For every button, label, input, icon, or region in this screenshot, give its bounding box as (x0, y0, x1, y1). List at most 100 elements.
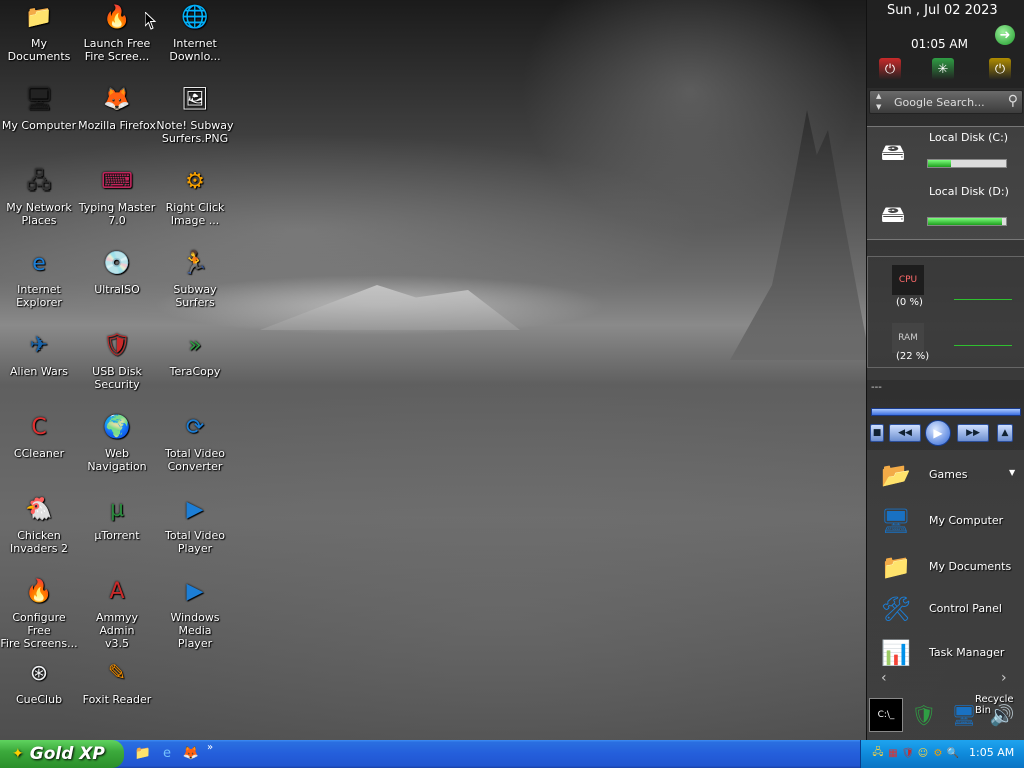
launcher-item[interactable]: 📂 Games (877, 456, 1023, 496)
google-search-input[interactable] (894, 94, 1004, 111)
desktop-app-icon: ⊛ (29, 661, 49, 686)
next-button[interactable]: ▶▶ (957, 424, 989, 442)
desktop-icon[interactable]: µ µTorrent (78, 494, 156, 542)
logoff-button[interactable]: ⏻ (989, 58, 1011, 80)
tray-clock[interactable]: 1:05 AM (969, 746, 1014, 759)
internet-explorer-icon[interactable]: e (158, 744, 176, 762)
desktop-icon[interactable]: 🖼 Note! Subway Surfers.PNG (156, 84, 234, 145)
desktop-icon[interactable]: 🖥 My Computer (0, 84, 78, 132)
cpu-gauge-icon: CPU (892, 265, 924, 295)
play-button[interactable]: ▶ (925, 420, 951, 446)
quick-launch-more-icon[interactable]: » (207, 742, 213, 753)
desktop-app-icon: ▶ (186, 497, 204, 522)
desktop-icon-label: Right Click Image ... (165, 201, 225, 227)
launcher-item-icon: 📁 (881, 553, 911, 581)
desktop-app-icon: e (32, 251, 46, 276)
desktop-app-icon: 🦊 (103, 87, 131, 112)
desktop-icon-label: Total Video Converter (164, 447, 225, 473)
desktop-icon[interactable]: 🦊 Mozilla Firefox (78, 84, 156, 132)
previous-button[interactable]: ◀◀ (889, 424, 921, 442)
antivirus-tray-icon[interactable]: 🛡 (901, 746, 915, 760)
stop-button[interactable]: ■ (870, 424, 884, 442)
go-arrow-icon[interactable]: ➜ (995, 25, 1015, 45)
desktop-icon[interactable]: 📁 My Documents (0, 2, 78, 63)
restart-button[interactable]: ✳ (932, 58, 954, 80)
app-tray-icon[interactable]: ▦ (886, 746, 900, 760)
desktop-icon-label: µTorrent (94, 529, 140, 542)
desktop-app-icon: 🐔 (25, 497, 53, 522)
launcher-item-icon: 📊 (881, 639, 911, 667)
windows-drive-icon: 🖴 (880, 138, 906, 166)
desktop-icon[interactable]: ✎ Foxit Reader (78, 658, 156, 706)
desktop-icon-label: My Computer (1, 119, 77, 132)
desktop-icon[interactable]: ⚙ Right Click Image ... (156, 166, 234, 227)
command-prompt-icon[interactable]: C:\_ (869, 698, 903, 732)
start-button[interactable]: ✦ Gold XP (0, 740, 124, 768)
magnifier-icon[interactable]: ⚲ (1008, 93, 1018, 109)
search-tray-icon[interactable]: 🔍 (946, 746, 960, 760)
disk-c-usage-fill (928, 160, 952, 167)
disk-c-usage-bar (927, 159, 1007, 168)
launcher-item-label: Games (929, 468, 968, 481)
security-center-icon[interactable]: 🛡 (907, 698, 941, 732)
desktop-icon[interactable]: 🌐 Internet Downlo... (156, 2, 234, 63)
desktop-app-icon: ▶ (186, 579, 204, 604)
desktop-icon[interactable]: 🌍 Web Navigation (78, 412, 156, 473)
network-tray-icon[interactable]: 🖧 (871, 746, 885, 760)
search-scroll-arrows-icon[interactable]: ▲ ▼ (876, 91, 881, 113)
speaker-icon[interactable]: 🔊 (985, 698, 1019, 732)
desktop-icon[interactable]: ⌨ Typing Master 7.0 (78, 166, 156, 227)
launcher-item-icon: 🛠 (880, 595, 912, 623)
eject-button[interactable]: ▲ (997, 424, 1013, 442)
messenger-tray-icon[interactable]: ☺ (916, 746, 930, 760)
launcher-item[interactable]: 🖥 My Computer (877, 502, 1023, 542)
launcher-item-label: Control Panel (929, 602, 1002, 615)
desktop-icon-label: Foxit Reader (82, 693, 152, 706)
desktop-icon-label: Alien Wars (9, 365, 69, 378)
desktop-app-icon: ⌨ (101, 169, 133, 194)
desktop-icon[interactable]: 🖧 My Network Places (0, 166, 78, 227)
launcher-item[interactable]: 📁 My Documents (877, 548, 1023, 588)
windows-flag-icon: ✦ (12, 746, 24, 762)
ram-usage-value: (22 %) (896, 351, 930, 362)
cpu-usage-graph (954, 299, 1012, 300)
launcher-item-label: My Computer (929, 514, 1004, 527)
desktop-icon-label: Total Video Player (164, 529, 225, 555)
desktop-icon[interactable]: ✈ Alien Wars (0, 330, 78, 378)
firefox-icon[interactable]: 🦊 (182, 744, 200, 762)
explorer-folder-icon[interactable]: 📁 (134, 744, 152, 762)
desktop-icon-label: CueClub (15, 693, 63, 706)
launcher-item[interactable]: 📊 Task Manager (877, 634, 1023, 674)
desktop-icon[interactable]: ▶ Windows Media Player (156, 576, 234, 650)
desktop-icon-label: Note! Subway Surfers.PNG (156, 119, 234, 145)
desktop-icon-label: USB Disk Security (92, 365, 142, 391)
launcher-item-label: Task Manager (929, 646, 1005, 659)
desktop-icon-label: Internet Downlo... (169, 37, 221, 63)
desktop-icon[interactable]: ▶ Total Video Player (156, 494, 234, 555)
desktop-icon[interactable]: 🏃 Subway Surfers (156, 248, 234, 309)
desktop-icon[interactable]: » TeraCopy (156, 330, 234, 378)
network-icon[interactable]: 🖥 (947, 698, 981, 732)
desktop-app-icon: 🔥 (25, 579, 53, 604)
desktop-icon[interactable]: ⟳ Total Video Converter (156, 412, 234, 473)
desktop-app-icon: 🏃 (181, 251, 209, 276)
disk-d-label: Local Disk (D:) (929, 185, 1009, 198)
desktop-icon[interactable]: C CCleaner (0, 412, 78, 460)
desktop-icon[interactable]: 🔥 Configure Free Fire Screens... (0, 576, 78, 650)
desktop-app-icon: 🌐 (181, 5, 209, 30)
desktop-icon[interactable]: A Ammyy Admin v3.5 (78, 576, 156, 650)
desktop-icon[interactable]: 🛡 USB Disk Security (78, 330, 156, 391)
desktop-app-icon: ⟳ (185, 415, 205, 440)
desktop-app-icon: 🖥 (25, 87, 53, 112)
shutdown-button[interactable]: ⏻ (879, 58, 901, 80)
desktop-icon[interactable]: e Internet Explorer (0, 248, 78, 309)
desktop-icon[interactable]: ⊛ CueClub (0, 658, 78, 706)
settings-tray-icon[interactable]: ⚙ (931, 746, 945, 760)
desktop-app-icon: 🔥 (103, 5, 131, 30)
seek-bar[interactable] (871, 408, 1021, 416)
desktop-icon[interactable]: 💿 UltraISO (78, 248, 156, 296)
desktop-icon[interactable]: 🐔 Chicken Invaders 2 (0, 494, 78, 555)
desktop-icon-label: My Network Places (6, 201, 72, 227)
launcher-item[interactable]: 🛠 Control Panel (877, 590, 1023, 630)
taskbar: ✦ Gold XP 📁 e 🦊 » 1:05 AM 🖧 ▦ 🛡 ☺ ⚙ 🔍 (0, 740, 1024, 768)
